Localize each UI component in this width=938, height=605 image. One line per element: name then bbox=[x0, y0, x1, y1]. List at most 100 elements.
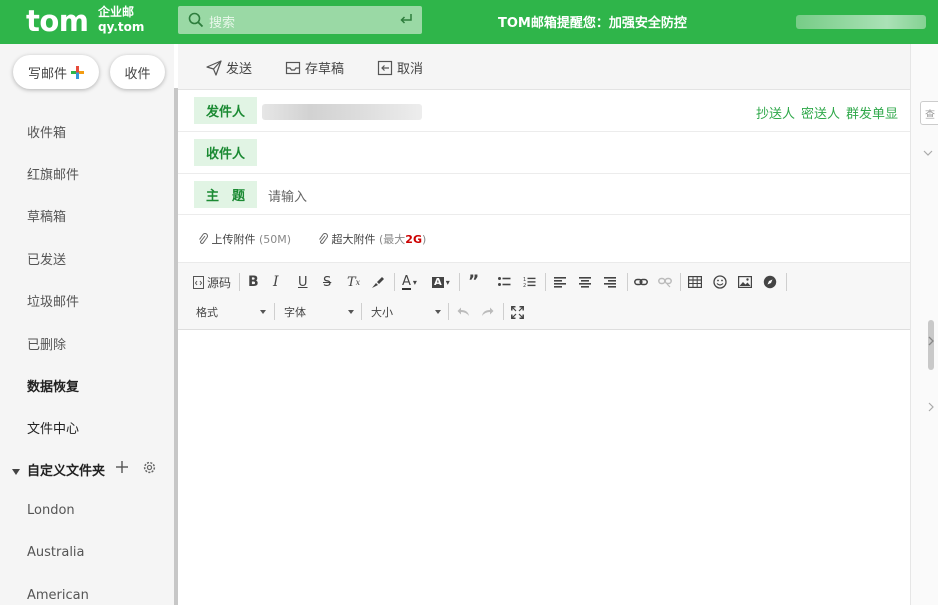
toolbar-divider bbox=[627, 273, 628, 291]
send-button[interactable]: 发送 bbox=[206, 58, 252, 77]
sidebar-item-file-center[interactable]: 文件中心 bbox=[27, 418, 79, 437]
compass-icon[interactable] bbox=[763, 274, 777, 290]
cancel-button[interactable]: 取消 bbox=[377, 58, 423, 77]
recipient-options: 抄送人 密送人 群发单显 bbox=[750, 103, 898, 122]
toolbar-divider bbox=[239, 273, 240, 291]
compose-form: 发件人 抄送人 密送人 群发单显 收件人 主 题 请输入 上传附件 (50M) 超大… bbox=[178, 90, 910, 605]
custom-folders-header[interactable]: 自定义文件夹 bbox=[12, 460, 105, 479]
enter-icon[interactable] bbox=[399, 12, 413, 26]
sidebar-item-inbox[interactable]: 收件箱 bbox=[27, 122, 66, 141]
right-side-panel: 查 bbox=[910, 44, 938, 605]
toolbar-divider bbox=[459, 273, 460, 291]
upload-attachment-button[interactable]: 上传附件 (50M) bbox=[198, 231, 291, 247]
sidebar-item-data-recovery[interactable]: 数据恢复 bbox=[27, 376, 79, 395]
group-send-link[interactable]: 群发单显 bbox=[846, 107, 898, 122]
to-label: 收件人 bbox=[194, 139, 257, 166]
compose-label: 写邮件 bbox=[27, 66, 67, 82]
align-right-icon[interactable] bbox=[604, 274, 616, 290]
source-code-label: 源码 bbox=[207, 275, 232, 290]
gear-icon[interactable] bbox=[142, 460, 157, 475]
editor-toolbar: 源码 B I U S Tx A ▾ A ▾ ” 12 格式 字体 大小 bbox=[178, 262, 910, 330]
custom-folders-title: 自定义文件夹 bbox=[27, 464, 106, 479]
receive-button[interactable]: 收件 bbox=[110, 55, 165, 89]
strikethrough-icon[interactable]: S bbox=[323, 274, 331, 290]
send-icon bbox=[206, 59, 222, 76]
toolbar-divider bbox=[361, 303, 362, 320]
message-body-editor[interactable] bbox=[178, 331, 910, 605]
paperclip-icon bbox=[319, 233, 328, 244]
bullet-list-icon[interactable] bbox=[498, 274, 511, 290]
toolbar-divider bbox=[545, 273, 546, 291]
to-row[interactable]: 收件人 bbox=[178, 132, 910, 174]
big-attachment-label: 超大附件 bbox=[331, 233, 376, 246]
sidebar-item-custom-london[interactable]: London bbox=[27, 503, 75, 518]
unlink-icon[interactable] bbox=[658, 274, 672, 290]
top-bar: tom 企业邮 qy.tom 搜索 TOM邮箱提醒您：加强安全防控 bbox=[0, 0, 938, 44]
security-notice[interactable]: TOM邮箱提醒您：加强安全防控 bbox=[498, 12, 687, 31]
big-attachment-button[interactable]: 超大附件 (最大2G) bbox=[318, 231, 426, 247]
quote-icon[interactable]: ” bbox=[468, 272, 479, 292]
save-draft-label: 存草稿 bbox=[305, 62, 345, 77]
font-size-select[interactable]: 大小 bbox=[371, 304, 441, 320]
toolbar-divider bbox=[274, 303, 275, 320]
font-family-select[interactable]: 字体 bbox=[284, 304, 354, 320]
logo[interactable]: tom bbox=[26, 4, 89, 38]
right-panel-search-box[interactable]: 查 bbox=[920, 101, 938, 125]
table-icon[interactable] bbox=[688, 274, 702, 290]
big-attachment-limit-prefix: (最大 bbox=[379, 233, 406, 246]
sidebar-item-custom-american[interactable]: American bbox=[27, 588, 89, 603]
clear-format-icon[interactable]: Tx bbox=[347, 274, 360, 290]
cancel-icon bbox=[377, 60, 393, 75]
bcc-link[interactable]: 密送人 bbox=[801, 107, 840, 122]
chevron-right-icon[interactable] bbox=[927, 402, 935, 412]
background-color-icon[interactable]: A ▾ bbox=[432, 274, 450, 290]
sidebar-item-drafts[interactable]: 草稿箱 bbox=[27, 206, 66, 225]
compose-button[interactable]: 写邮件 bbox=[13, 55, 99, 89]
source-code-button[interactable]: 源码 bbox=[193, 274, 231, 290]
bold-icon[interactable]: B bbox=[248, 274, 259, 290]
emoji-icon[interactable] bbox=[713, 274, 727, 290]
upload-attachment-label: 上传附件 bbox=[211, 233, 256, 246]
align-center-icon[interactable] bbox=[579, 274, 591, 290]
redo-icon[interactable] bbox=[481, 304, 494, 320]
upload-attachment-limit: (50M) bbox=[259, 233, 292, 246]
logo-subtitle: 企业邮 qy.tom bbox=[98, 5, 144, 35]
image-icon[interactable] bbox=[738, 274, 752, 290]
chevron-down-icon bbox=[435, 310, 441, 314]
receive-label: 收件 bbox=[124, 66, 151, 82]
underline-icon[interactable]: U bbox=[298, 274, 308, 290]
align-left-icon[interactable] bbox=[554, 274, 566, 290]
compose-toolbar: 发送 存草稿 取消 bbox=[178, 44, 910, 90]
big-attachment-limit-value: 2G bbox=[405, 233, 422, 246]
numbered-list-icon[interactable]: 12 bbox=[523, 274, 536, 290]
sidebar-item-custom-australia[interactable]: Australia bbox=[27, 545, 85, 560]
from-row: 发件人 抄送人 密送人 群发单显 bbox=[178, 90, 910, 132]
sender-address-blurred[interactable] bbox=[262, 104, 422, 120]
add-folder-icon[interactable] bbox=[115, 460, 129, 474]
fullscreen-icon[interactable] bbox=[511, 304, 524, 320]
toolbar-divider bbox=[394, 273, 395, 291]
chevron-down-icon[interactable] bbox=[923, 149, 933, 157]
save-draft-button[interactable]: 存草稿 bbox=[285, 58, 344, 77]
undo-icon[interactable] bbox=[457, 304, 470, 320]
account-name-blurred[interactable] bbox=[796, 15, 926, 29]
from-label: 发件人 bbox=[194, 97, 257, 124]
italic-icon[interactable]: I bbox=[273, 274, 279, 290]
chevron-right-icon[interactable] bbox=[927, 336, 935, 346]
format-select[interactable]: 格式 bbox=[196, 304, 266, 320]
font-color-icon[interactable]: A ▾ bbox=[402, 274, 417, 290]
cc-link[interactable]: 抄送人 bbox=[756, 107, 795, 122]
logo-subtitle-cn: 企业邮 bbox=[98, 5, 135, 19]
paperclip-icon bbox=[199, 233, 208, 244]
svg-text:2: 2 bbox=[523, 283, 526, 288]
sidebar-item-sent[interactable]: 已发送 bbox=[27, 249, 66, 268]
sidebar-item-deleted[interactable]: 已删除 bbox=[27, 334, 66, 353]
link-icon[interactable] bbox=[634, 274, 648, 290]
sidebar-item-flagged[interactable]: 红旗邮件 bbox=[27, 164, 79, 183]
sidebar-item-spam[interactable]: 垃圾邮件 bbox=[27, 291, 79, 310]
format-painter-icon[interactable] bbox=[370, 274, 385, 290]
search-input[interactable]: 搜索 bbox=[178, 6, 422, 34]
send-label: 发送 bbox=[226, 62, 253, 77]
subject-input[interactable]: 请输入 bbox=[268, 186, 307, 205]
font-size-select-label: 大小 bbox=[371, 306, 393, 319]
